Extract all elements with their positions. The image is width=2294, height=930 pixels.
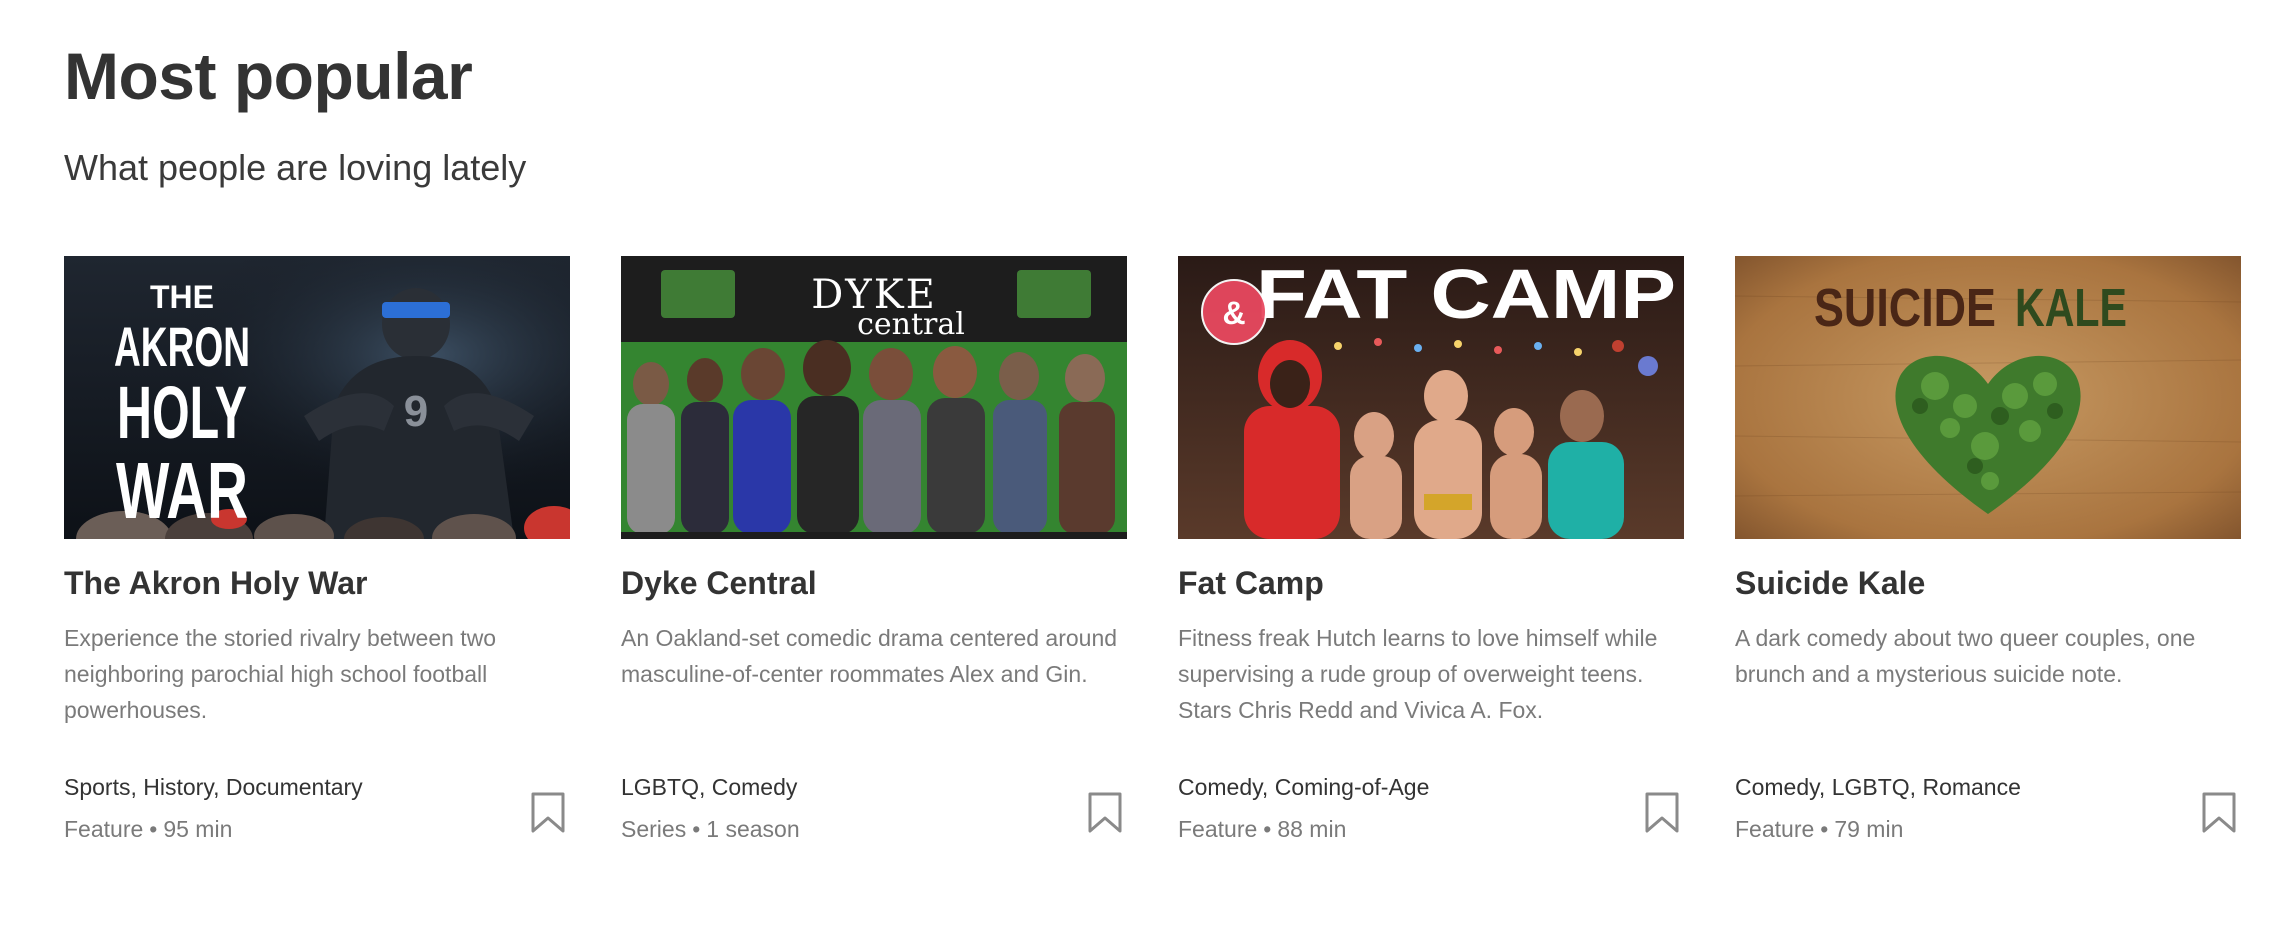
title-card[interactable]: FAT CAMP & Fat Camp Fitness freak Hutch … xyxy=(1178,256,1684,876)
card-meta: Series • 1 season xyxy=(621,815,800,845)
section-subtitle: What people are loving lately xyxy=(64,147,527,188)
card-duration: 79 min xyxy=(1834,816,1904,842)
bookmark-icon[interactable] xyxy=(530,792,566,834)
title-card[interactable]: 9 THE AKRON HOLY WAR The Akron Holy War xyxy=(64,256,570,876)
page: Most popular What people are loving late… xyxy=(0,0,2294,930)
poster-title-line: SUICIDE xyxy=(1814,278,1996,338)
meta-separator: • xyxy=(692,816,701,842)
poster-title-line: KALE xyxy=(2015,278,2127,338)
card-genres: LGBTQ, Comedy xyxy=(621,774,798,800)
card-title[interactable]: The Akron Holy War xyxy=(64,564,367,602)
poster-image[interactable]: DYKE central xyxy=(621,256,1127,539)
card-title[interactable]: Fat Camp xyxy=(1178,564,1324,602)
meta-separator: • xyxy=(149,816,158,842)
title-card[interactable]: SUICIDE KALE Suicide Kale A dark comedy … xyxy=(1735,256,2241,876)
card-description: A dark comedy about two queer couples, o… xyxy=(1735,625,2196,687)
card-type: Feature xyxy=(64,816,144,842)
card-meta: Feature • 88 min xyxy=(1178,815,1346,845)
card-genres: Comedy, LGBTQ, Romance xyxy=(1735,774,2021,800)
bookmark-icon[interactable] xyxy=(1087,792,1123,834)
card-list: 9 THE AKRON HOLY WAR The Akron Holy War xyxy=(64,256,2244,876)
card-duration: 88 min xyxy=(1277,816,1347,842)
card-type: Series xyxy=(621,816,687,842)
poster-badge: & xyxy=(1222,295,1245,331)
poster-title-line: WAR xyxy=(116,446,248,535)
jersey-number: 9 xyxy=(404,387,428,436)
card-description: An Oakland-set comedic drama centered ar… xyxy=(621,625,1118,687)
card-genres: Sports, History, Documentary xyxy=(64,774,363,800)
bookmark-icon[interactable] xyxy=(1644,792,1680,834)
card-type: Feature xyxy=(1178,816,1258,842)
meta-separator: • xyxy=(1263,816,1272,842)
poster-image[interactable]: FAT CAMP & xyxy=(1178,256,1684,539)
card-duration: 1 season xyxy=(706,816,800,842)
poster-image[interactable]: 9 THE AKRON HOLY WAR xyxy=(64,256,570,539)
card-duration: 95 min xyxy=(163,816,233,842)
poster-title-line: THE xyxy=(150,279,214,315)
poster-title-line: central xyxy=(857,307,965,342)
card-meta: Feature • 79 min xyxy=(1735,815,1903,845)
meta-separator: • xyxy=(1820,816,1829,842)
poster-title-line: HOLY xyxy=(117,371,247,454)
card-title[interactable]: Suicide Kale xyxy=(1735,564,1925,602)
title-card[interactable]: DYKE central Dyke Central An Oakland-set… xyxy=(621,256,1127,876)
card-title[interactable]: Dyke Central xyxy=(621,564,817,602)
section-title: Most popular xyxy=(64,39,473,113)
card-type: Feature xyxy=(1735,816,1815,842)
poster-image[interactable]: SUICIDE KALE xyxy=(1735,256,2241,539)
bookmark-icon[interactable] xyxy=(2201,792,2237,834)
card-meta: Feature • 95 min xyxy=(64,815,232,845)
card-genres: Comedy, Coming-of-Age xyxy=(1178,774,1430,800)
poster-title: FAT CAMP xyxy=(1256,256,1676,333)
poster-title-line: AKRON xyxy=(114,315,250,378)
card-description: Experience the storied rivalry between t… xyxy=(64,625,497,723)
card-description: Fitness freak Hutch learns to love himse… xyxy=(1178,625,1658,723)
